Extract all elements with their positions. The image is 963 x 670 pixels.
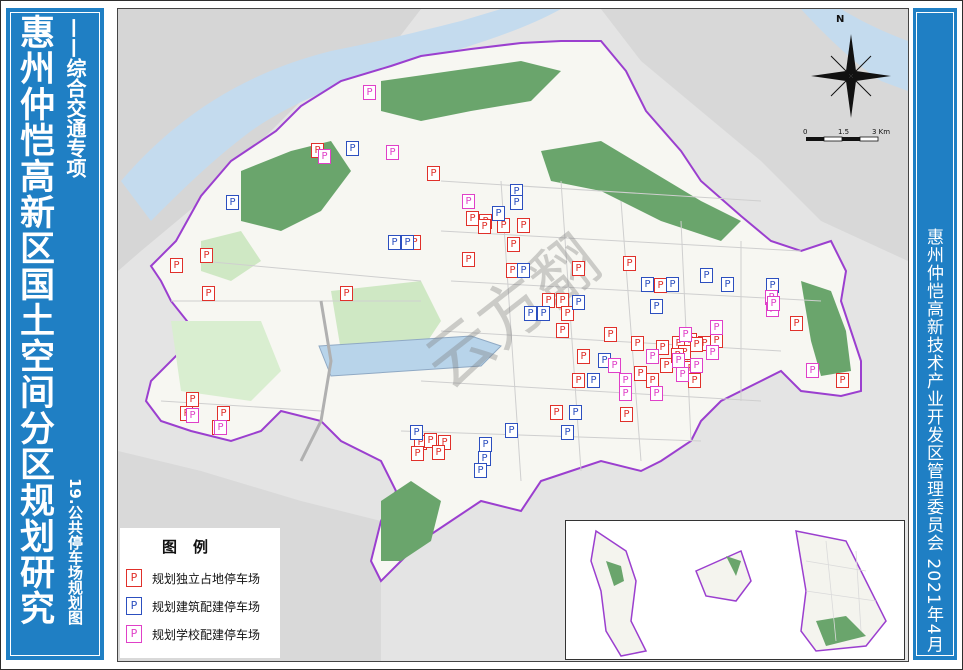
- parking-building-icon: P: [537, 306, 550, 321]
- parking-school-icon: P: [710, 320, 723, 335]
- parking-independent-icon: P: [790, 316, 803, 331]
- legend-label-building: 规划建筑配建停车场: [152, 599, 261, 614]
- parking-school-icon: P: [646, 349, 659, 364]
- north-label: N: [836, 14, 845, 25]
- parking-school-icon: P: [806, 363, 819, 378]
- parking-independent-icon: P: [200, 248, 213, 263]
- parking-school-icon: P: [126, 625, 142, 643]
- scale-label-0: 0: [803, 128, 808, 136]
- parking-building-icon: P: [126, 597, 142, 615]
- parking-building-icon: P: [650, 299, 663, 314]
- parking-school-icon: P: [186, 408, 199, 423]
- parking-independent-icon: P: [202, 286, 215, 301]
- parking-building-icon: P: [492, 206, 505, 221]
- legend-label-school: 规划学校配建停车场: [152, 627, 261, 642]
- parking-independent-icon: P: [604, 327, 617, 342]
- org-panel: 惠州仲恺高新技术产业开发区管理委员会 2021年4月: [913, 8, 957, 660]
- parking-building-icon: P: [510, 195, 523, 210]
- parking-building-icon: P: [524, 306, 537, 321]
- parking-independent-icon: P: [432, 445, 445, 460]
- parking-independent-icon: P: [577, 349, 590, 364]
- legend-item-independent: P 规划独立占地停车场: [126, 568, 260, 588]
- scale-bar: [806, 136, 879, 142]
- figure-name: 19.公共停车场规划图: [66, 478, 84, 625]
- parking-independent-icon: P: [126, 569, 142, 587]
- parking-independent-icon: P: [517, 218, 530, 233]
- inset-maps: [565, 520, 905, 660]
- parking-building-icon: P: [561, 425, 574, 440]
- parking-school-icon: P: [462, 194, 475, 209]
- parking-building-icon: P: [517, 263, 530, 278]
- parking-school-icon: P: [690, 358, 703, 373]
- parking-school-icon: P: [608, 358, 621, 373]
- parking-school-icon: P: [767, 296, 780, 311]
- parking-school-icon: P: [676, 367, 689, 382]
- parking-building-icon: P: [479, 437, 492, 452]
- parking-independent-icon: P: [556, 323, 569, 338]
- organization-date: 惠州仲恺高新技术产业开发区管理委员会 2021年4月: [923, 228, 943, 654]
- parking-independent-icon: P: [688, 373, 701, 388]
- parking-building-icon: P: [569, 405, 582, 420]
- parking-independent-icon: P: [478, 219, 491, 234]
- title-panel: 惠州仲恺高新区国土空间分区规划研究 ——综合交通专项 19.公共停车场规划图: [6, 8, 104, 660]
- parking-independent-icon: P: [170, 258, 183, 273]
- scale-label-2: 3 Km: [872, 128, 891, 136]
- legend-title: 图例: [162, 538, 225, 556]
- parking-school-icon: P: [386, 145, 399, 160]
- parking-independent-icon: P: [462, 252, 475, 267]
- parking-building-icon: P: [700, 268, 713, 283]
- map-subtitle: ——综合交通专项: [63, 18, 87, 178]
- legend-label-independent: 规划独立占地停车场: [152, 571, 261, 586]
- parking-building-icon: P: [505, 423, 518, 438]
- parking-independent-icon: P: [631, 336, 644, 351]
- parking-independent-icon: P: [186, 392, 199, 407]
- parking-independent-icon: P: [411, 446, 424, 461]
- legend-item-building: P 规划建筑配建停车场: [126, 596, 260, 616]
- parking-independent-icon: P: [620, 407, 633, 422]
- parking-building-icon: P: [346, 141, 359, 156]
- map-title: 惠州仲恺高新区国土空间分区规划研究: [14, 14, 54, 626]
- parking-building-icon: P: [410, 425, 423, 440]
- parking-school-icon: P: [214, 420, 227, 435]
- parking-independent-icon: P: [340, 286, 353, 301]
- parking-building-icon: P: [721, 277, 734, 292]
- scale-label-1: 1.5: [838, 128, 850, 136]
- parking-school-icon: P: [706, 345, 719, 360]
- parking-independent-icon: P: [836, 373, 849, 388]
- parking-building-icon: P: [641, 277, 654, 292]
- legend: 图例 P 规划独立占地停车场 P 规划建筑配建停车场 P 规划学校配建停车场: [120, 528, 280, 658]
- parking-independent-icon: P: [572, 373, 585, 388]
- inset-area-1: [590, 529, 648, 657]
- parking-building-icon: P: [226, 195, 239, 210]
- parking-building-icon: P: [474, 463, 487, 478]
- parking-independent-icon: P: [572, 261, 585, 276]
- parking-school-icon: P: [679, 327, 692, 342]
- parking-independent-icon: P: [623, 256, 636, 271]
- parking-school-icon: P: [650, 386, 663, 401]
- parking-building-icon: P: [666, 277, 679, 292]
- inset-svg: [590, 529, 887, 657]
- parking-school-icon: P: [672, 353, 685, 368]
- parking-school-icon: P: [318, 149, 331, 164]
- parking-building-icon: P: [388, 235, 401, 250]
- parking-independent-icon: P: [217, 406, 230, 421]
- inset-area-2: [695, 549, 752, 602]
- parking-independent-icon: P: [550, 405, 563, 420]
- parking-building-icon: P: [572, 295, 585, 310]
- parking-building-icon: P: [587, 373, 600, 388]
- parking-independent-icon: P: [427, 166, 440, 181]
- parking-independent-icon: P: [507, 237, 520, 252]
- parking-building-icon: P: [401, 235, 414, 250]
- parking-school-icon: P: [363, 85, 376, 100]
- parking-school-icon: P: [619, 386, 632, 401]
- legend-item-school: P 规划学校配建停车场: [126, 624, 260, 644]
